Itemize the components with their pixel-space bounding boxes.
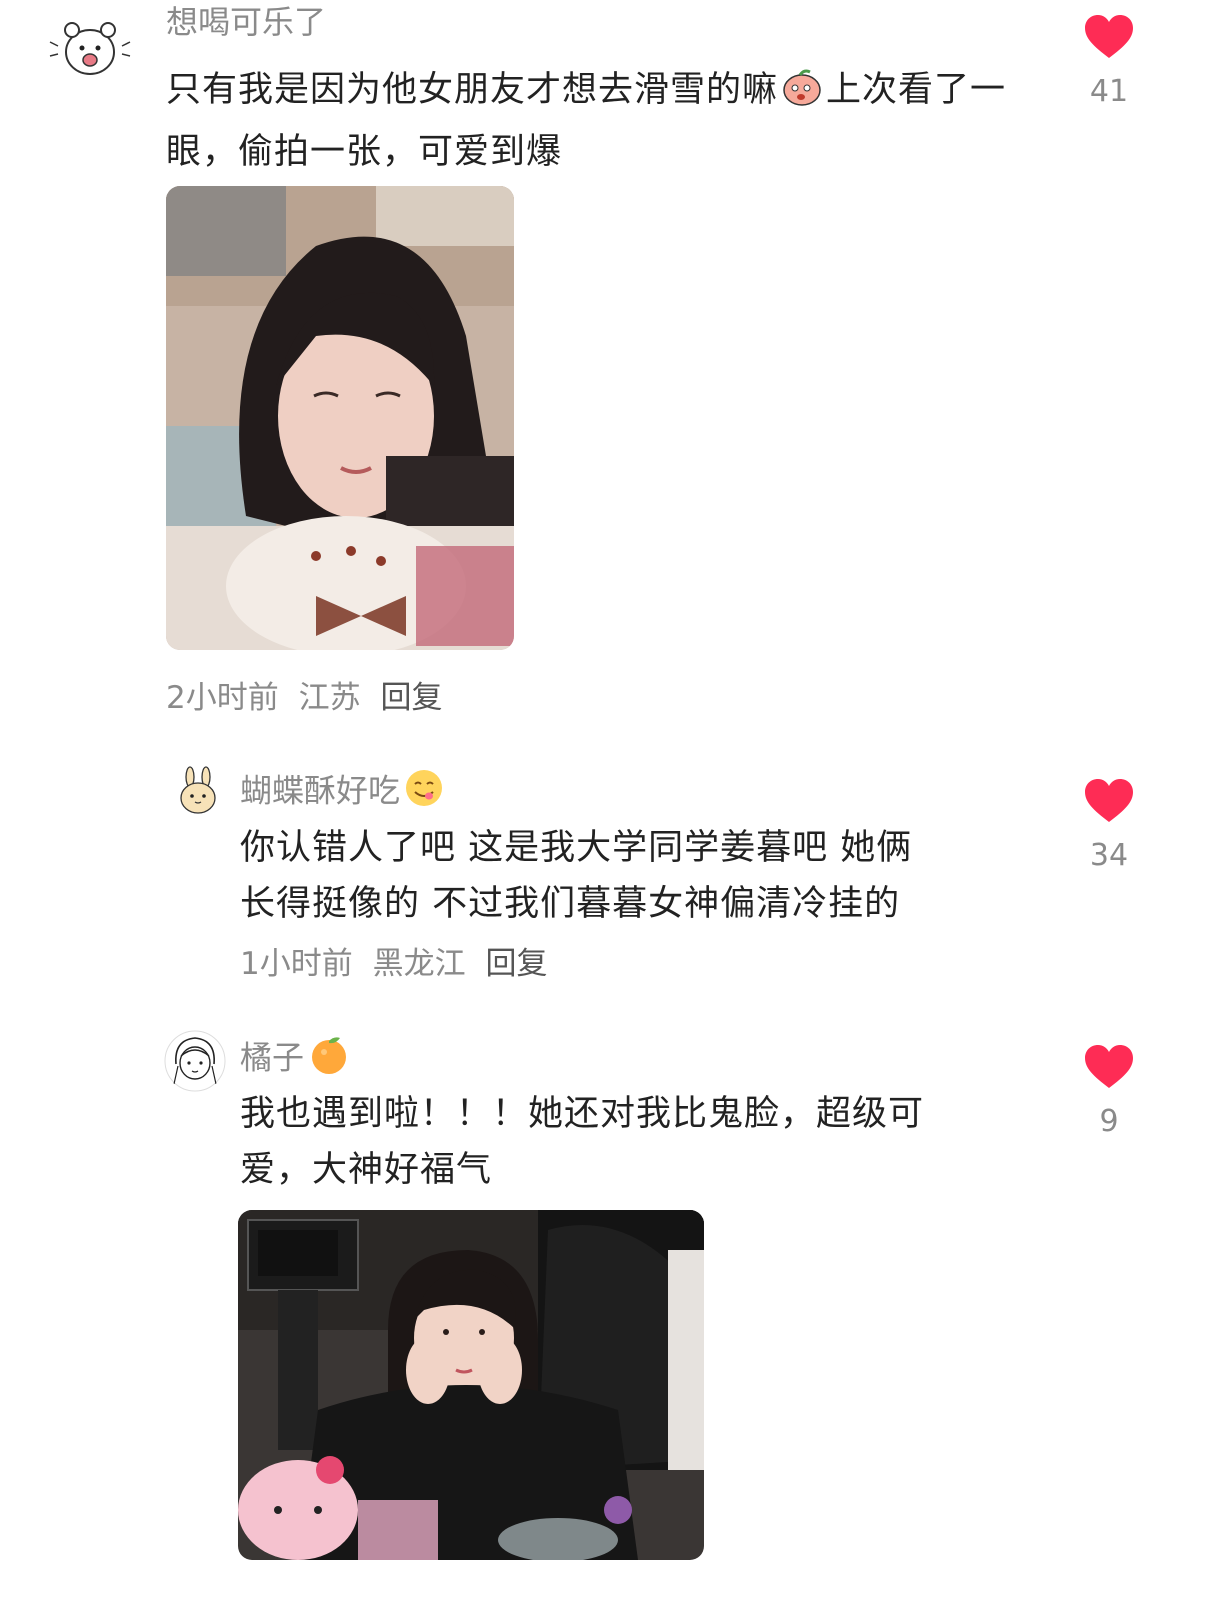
heart-icon <box>1085 15 1133 58</box>
comment-location: 江苏 <box>298 680 361 716</box>
heart-icon <box>1085 779 1133 822</box>
like-count: 9 <box>1099 1104 1119 1139</box>
bunny-avatar-icon <box>171 765 225 819</box>
like-count: 41 <box>1089 74 1129 109</box>
comment-text: 只有我是因为他女朋友才想去滑雪的嘛 上次看了一眼，偷拍一张，可爱到爆 <box>166 62 1046 180</box>
comment-text-line: 爱，大神好福气 <box>240 1150 493 1190</box>
comment-location: 黑龙江 <box>372 946 466 982</box>
like-button[interactable]: 41 <box>1074 14 1144 110</box>
photo-girl-portrait-image <box>166 186 514 650</box>
comment-username[interactable]: 蝴蝶酥好吃 <box>240 768 444 817</box>
reply-button[interactable]: 回复 <box>485 946 547 982</box>
comment-username-text: 橘子 <box>240 1038 305 1077</box>
yum-face-emoji-icon <box>404 768 444 817</box>
peach-face-emoji-icon <box>780 67 824 124</box>
comment-username[interactable]: 橘子 <box>240 1034 350 1085</box>
comment-username[interactable]: 想喝可乐了 <box>166 2 326 42</box>
user-avatar[interactable] <box>170 764 226 820</box>
comment-text: 我也遇到啦！！！她还对我比鬼脸，超级可 爱，大神好福气 <box>240 1086 1040 1198</box>
like-count: 34 <box>1089 838 1129 873</box>
comment-meta: 1小时前 黑龙江 回复 <box>240 944 557 984</box>
comment-text-line: 你认错人了吧 这是我大学同学姜暮吧 她俩 <box>240 828 913 868</box>
comment-photo[interactable] <box>166 186 514 650</box>
user-avatar[interactable] <box>48 6 132 90</box>
reply-button[interactable]: 回复 <box>380 680 442 716</box>
like-button[interactable]: 9 <box>1074 1044 1144 1140</box>
girl-sketch-avatar-icon <box>164 1030 226 1092</box>
user-avatar[interactable] <box>164 1030 226 1092</box>
comment-text-line: 我也遇到啦！！！她还对我比鬼脸，超级可 <box>240 1094 925 1134</box>
comment-meta: 2小时前 江苏 回复 <box>166 678 452 718</box>
comment-time: 2小时前 <box>166 680 279 716</box>
comment-text-line: 长得挺像的 不过我们暮暮女神偏清冷挂的 <box>240 884 901 924</box>
comment-username-text: 蝴蝶酥好吃 <box>240 771 401 810</box>
hamster-avatar-icon <box>49 8 131 88</box>
comment-text: 你认错人了吧 这是我大学同学姜暮吧 她俩 长得挺像的 不过我们暮暮女神偏清冷挂的 <box>240 820 1040 932</box>
comment-time: 1小时前 <box>240 946 353 982</box>
heart-icon <box>1085 1045 1133 1088</box>
like-button[interactable]: 34 <box>1074 778 1144 874</box>
photo-girl-film-set-image <box>238 1210 704 1560</box>
comment-photo[interactable] <box>238 1210 704 1560</box>
comment-text-part: 只有我是因为他女朋友才想去滑雪的嘛 <box>166 70 779 110</box>
tangerine-emoji-icon <box>308 1034 350 1085</box>
